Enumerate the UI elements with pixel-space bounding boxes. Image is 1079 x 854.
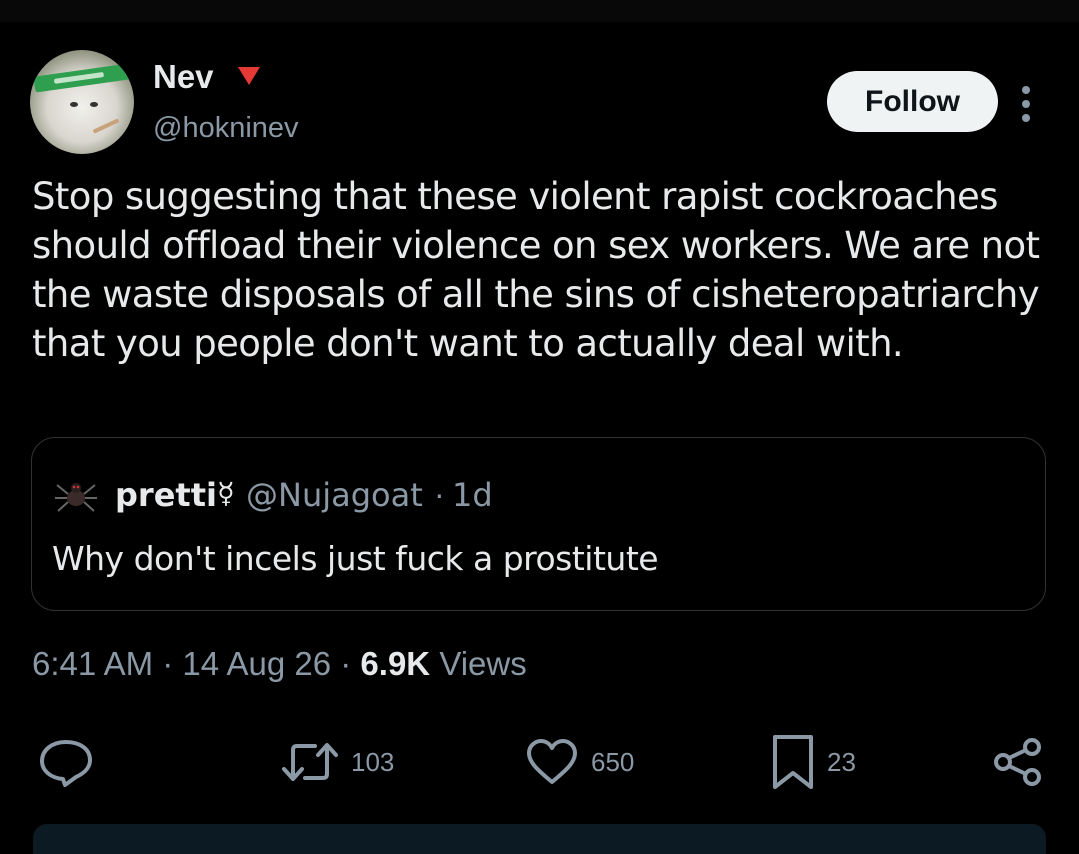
spider-avatar-icon[interactable] [54, 476, 98, 516]
tweet-date[interactable]: 14 Aug 26 [182, 645, 331, 682]
bookmark-icon [773, 735, 813, 789]
reply-icon [40, 740, 92, 787]
avatar-cigarette [92, 118, 120, 134]
avatar-eye [90, 102, 98, 107]
tweet-time[interactable]: 6:41 AM [32, 645, 153, 682]
tweet-text: Stop suggesting that these violent rapis… [32, 175, 1040, 365]
views-count: 6.9K [360, 645, 431, 682]
mercury-symbol: ☿ [217, 476, 235, 510]
quoted-author-handle[interactable]: @Nujagoat [246, 476, 423, 514]
separator-dot: · [340, 645, 352, 682]
more-vertical-icon[interactable] [1016, 84, 1036, 124]
tweet-meta: 6:41 AM · 14 Aug 26 · 6.9K Views [32, 645, 527, 683]
headband [33, 63, 131, 93]
bottom-bar [33, 824, 1046, 854]
follow-button[interactable]: Follow [827, 71, 998, 132]
top-strip [0, 0, 1079, 22]
separator-dot: · [434, 476, 445, 512]
bookmark-button[interactable]: 23 [771, 732, 856, 792]
heart-icon [527, 739, 577, 784]
like-button[interactable]: 650 [525, 732, 634, 792]
author-name[interactable]: Nev [153, 58, 214, 96]
reply-button[interactable] [38, 732, 94, 792]
like-count: 650 [591, 746, 635, 777]
avatar-eye [70, 102, 78, 107]
retweet-count: 103 [351, 746, 395, 777]
separator-dot: · [162, 645, 174, 682]
views-label: Views [439, 645, 527, 682]
bookmark-count: 23 [827, 746, 856, 777]
quoted-timestamp[interactable]: 1d [452, 476, 493, 514]
share-icon [994, 738, 1041, 786]
quoted-tweet[interactable]: pretti ☿ @Nujagoat · 1d Why don't incels… [31, 437, 1046, 611]
retweet-icon [282, 743, 338, 781]
share-button[interactable] [992, 732, 1044, 792]
retweet-button[interactable]: 103 [281, 732, 394, 792]
author-handle[interactable]: @hokninev [153, 112, 299, 145]
quoted-text: Why don't incels just fuck a prostitute [52, 539, 659, 578]
quoted-author-name[interactable]: pretti [115, 476, 217, 514]
author-avatar[interactable] [30, 50, 134, 154]
badge-icon [238, 67, 260, 85]
